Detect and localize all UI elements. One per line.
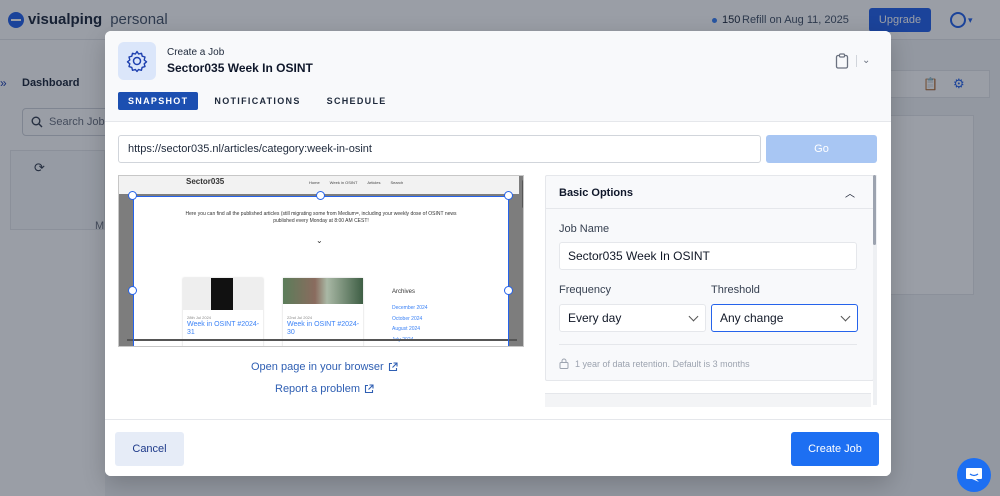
article-title: Week in OSINT #2024-31 — [187, 321, 260, 336]
selection-border — [133, 196, 134, 346]
threshold-select[interactable]: Any change — [711, 304, 858, 332]
open-page-link-label: Open page in your browser — [251, 361, 384, 373]
preview-nav: Home Week in OSINT Articles Search — [309, 180, 403, 185]
selection-handle[interactable] — [504, 286, 513, 295]
job-name-label: Job Name — [559, 223, 610, 235]
job-name-input[interactable]: Sector035 Week In OSINT — [559, 242, 857, 270]
next-options-section[interactable] — [545, 393, 871, 407]
chevron-down-icon — [688, 311, 699, 322]
lock-icon — [559, 358, 569, 369]
external-link-icon — [388, 362, 398, 372]
basic-options-panel: Basic Options ︿ Job Name Sector035 Week … — [545, 175, 874, 381]
create-job-button[interactable]: Create Job — [791, 432, 879, 466]
chevron-up-icon[interactable]: ︿ — [845, 185, 855, 200]
open-page-link[interactable]: Open page in your browser — [251, 361, 398, 373]
tab-notifications[interactable]: NOTIFICATIONS — [204, 92, 310, 110]
basic-options-header[interactable]: Basic Options ︿ — [546, 176, 873, 209]
article-title: Week in OSINT #2024-30 — [287, 321, 360, 336]
modal-header: Create a Job Sector035 Week In OSINT ⌄ S… — [105, 31, 891, 122]
threshold-value: Any change — [720, 311, 784, 325]
modal-subtitle: Create a Job — [167, 47, 225, 58]
preview-article-card: 28th Jul 2024 Week in OSINT #2024-31 — [183, 278, 263, 346]
chevron-down-icon[interactable]: ⌄ — [862, 55, 870, 66]
preview-article-card: 22nd Jul 2024 Week in OSINT #2024-30 — [283, 278, 363, 346]
preview-nav-item: Home — [309, 180, 320, 185]
frequency-select[interactable]: Every day — [559, 304, 706, 332]
frequency-label: Frequency — [559, 284, 611, 296]
report-problem-link[interactable]: Report a problem — [275, 383, 374, 395]
selection-handle[interactable] — [316, 191, 325, 200]
chat-support-button[interactable] — [957, 458, 991, 492]
archive-item: August 2024 — [392, 326, 421, 332]
article-date: 28th Jul 2024 — [187, 315, 212, 320]
selection-handle[interactable] — [128, 191, 137, 200]
retention-note: 1 year of data retention. Default is 3 m… — [559, 358, 750, 369]
external-link-icon — [364, 384, 374, 394]
threshold-label: Threshold — [711, 284, 760, 296]
selection-handle[interactable] — [504, 191, 513, 200]
selection-border — [508, 196, 509, 346]
basic-options-title: Basic Options — [559, 187, 633, 199]
article-thumbnail — [283, 278, 363, 304]
archives-title: Archives — [392, 289, 416, 295]
article-date: 22nd Jul 2024 — [287, 315, 313, 320]
options-divider — [559, 344, 857, 345]
preview-bottom-bar — [127, 339, 517, 341]
archive-item: October 2024 — [392, 315, 423, 322]
gear-icon — [118, 42, 156, 80]
header-divider — [856, 55, 857, 67]
modal-tabs: SNAPSHOT NOTIFICATIONS SCHEDULE — [118, 92, 403, 110]
url-input[interactable] — [118, 135, 761, 163]
retention-text: 1 year of data retention. Default is 3 m… — [575, 358, 750, 369]
tab-schedule[interactable]: SCHEDULE — [317, 92, 397, 110]
preview-nav-item: Search — [390, 180, 404, 185]
clipboard-icon[interactable] — [835, 53, 849, 69]
create-job-modal: Create a Job Sector035 Week In OSINT ⌄ S… — [105, 31, 891, 476]
preview-intro: Here you can find all the published arti… — [185, 211, 457, 224]
archive-item: December 2024 — [392, 305, 428, 311]
options-scrollbar-thumb[interactable] — [873, 175, 876, 245]
go-button[interactable]: Go — [766, 135, 877, 163]
chevron-down-icon: ⌄ — [316, 236, 323, 245]
preview-nav-item: Week in OSINT — [329, 180, 358, 185]
modal-footer: Cancel Create Job — [105, 419, 891, 476]
report-problem-label: Report a problem — [275, 383, 360, 395]
article-thumbnail-dark — [211, 278, 233, 310]
modal-title: Sector035 Week In OSINT — [167, 61, 313, 75]
preview-scrollbar[interactable] — [522, 180, 523, 208]
frequency-value: Every day — [568, 311, 622, 325]
cancel-button[interactable]: Cancel — [115, 432, 184, 466]
page-preview[interactable]: Sector035 Home Week in OSINT Articles Se… — [118, 175, 524, 347]
tab-snapshot[interactable]: SNAPSHOT — [118, 92, 199, 110]
preview-nav-item: Articles — [367, 180, 381, 185]
preview-brand: Sector035 — [186, 177, 225, 186]
chevron-down-icon — [840, 311, 851, 322]
preview-selected-area: Here you can find all the published arti… — [133, 196, 509, 346]
selection-handle[interactable] — [128, 286, 137, 295]
chat-icon — [966, 468, 982, 482]
